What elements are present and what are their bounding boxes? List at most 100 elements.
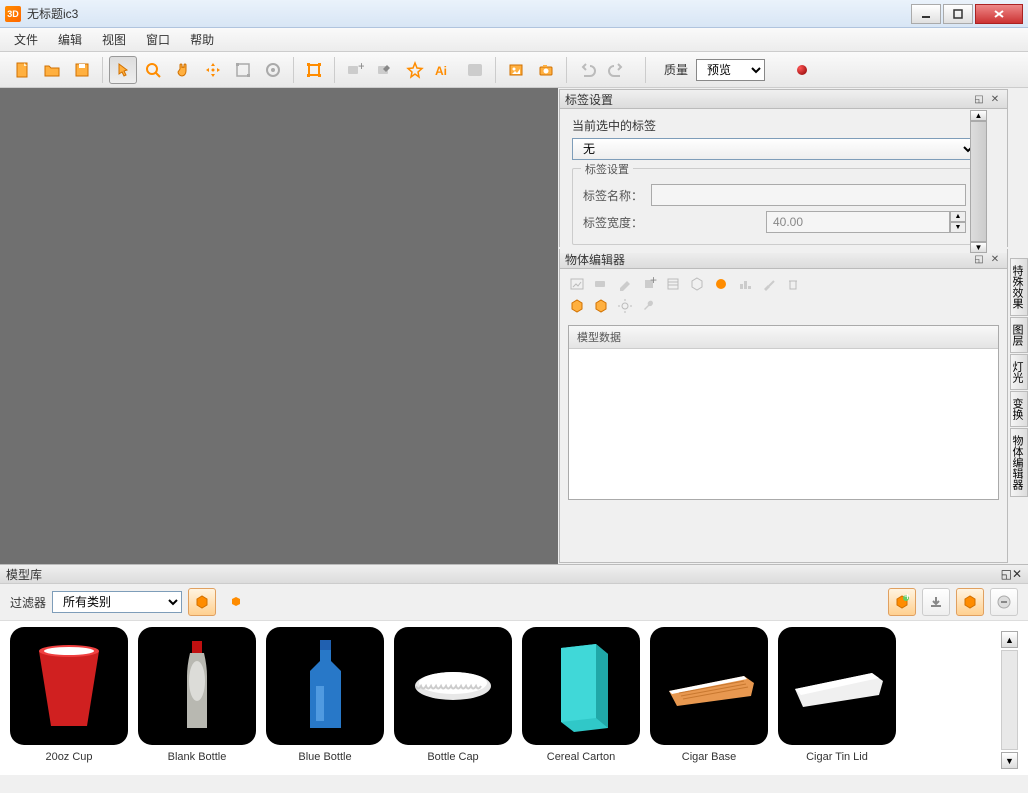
scroll-up-button[interactable]: ▲ (970, 110, 987, 121)
filter-select[interactable]: 所有类别 (52, 591, 182, 613)
label-width-input[interactable] (766, 211, 950, 233)
obj-brush-icon[interactable] (760, 275, 778, 293)
model-item-blue-bottle[interactable]: Blue Bottle (266, 627, 384, 763)
rotate-tool[interactable] (259, 56, 287, 84)
close-button[interactable] (975, 4, 1023, 24)
tab-layers[interactable]: 图层 (1010, 317, 1028, 353)
model-library-panel: 模型库 ◱ ✕ 过滤器 所有类别 + 20oz Cup Blank Bottle… (0, 564, 1028, 775)
snapshot-button[interactable] (532, 56, 560, 84)
model-item-blank-bottle[interactable]: Blank Bottle (138, 627, 256, 763)
obj-list-icon[interactable] (664, 275, 682, 293)
maximize-button[interactable] (943, 4, 973, 24)
tab-effects[interactable]: 特殊效果 (1010, 258, 1028, 316)
width-spin-down[interactable]: ▼ (950, 222, 966, 233)
scroll-down-button[interactable]: ▼ (970, 242, 987, 253)
redo-button[interactable] (603, 56, 631, 84)
zoom-tool[interactable] (139, 56, 167, 84)
label-settings-panel: 标签设置 ◱ ✕ 当前选中的标签 无 标签设置 标签名称： 标签宽度： (559, 89, 1008, 247)
obj-sphere-icon[interactable] (712, 275, 730, 293)
separator (293, 57, 294, 83)
lib-create-button[interactable]: + (888, 588, 916, 616)
menu-help[interactable]: 帮助 (182, 28, 222, 51)
obj-add-icon[interactable]: + (640, 275, 658, 293)
move-tool[interactable] (199, 56, 227, 84)
lib-refresh-button[interactable] (956, 588, 984, 616)
obj-toolbar-2 (560, 295, 1007, 321)
open-button[interactable] (38, 56, 66, 84)
pan-tool[interactable] (169, 56, 197, 84)
obj-image-icon[interactable] (568, 275, 586, 293)
obj-box2-icon[interactable] (592, 297, 610, 315)
menu-window[interactable]: 窗口 (138, 28, 178, 51)
tab-transform[interactable]: 变换 (1010, 391, 1028, 427)
viewport-3d[interactable] (0, 88, 558, 564)
minimize-button[interactable] (911, 4, 941, 24)
app-icon: 3D (5, 6, 21, 22)
svg-text:+: + (358, 61, 364, 73)
label-name-input[interactable] (651, 184, 966, 206)
model-item-cup[interactable]: 20oz Cup (10, 627, 128, 763)
model-thumbnails: 20oz Cup Blank Bottle Blue Bottle Bottle… (0, 620, 1028, 775)
quality-select[interactable]: 预览 (696, 59, 765, 81)
model-label: Blank Bottle (168, 751, 227, 763)
ai-button[interactable]: Ai (431, 56, 459, 84)
scroll-down-button[interactable]: ▼ (1001, 752, 1018, 769)
model-item-bottle-cap[interactable]: Bottle Cap (394, 627, 512, 763)
tab-object-editor[interactable]: 物体编辑器 (1010, 428, 1028, 497)
minimize-icon (921, 9, 931, 19)
render-button[interactable] (502, 56, 530, 84)
undo-button[interactable] (573, 56, 601, 84)
obj-cube-icon[interactable] (688, 275, 706, 293)
cube-icon (194, 594, 210, 610)
obj-edit-icon[interactable] (616, 275, 634, 293)
window-controls (911, 4, 1023, 24)
model-item-cigar-tin-lid[interactable]: Cigar Tin Lid (778, 627, 896, 763)
tab-lights[interactable]: 灯光 (1010, 354, 1028, 390)
label-panel-scrollbar[interactable]: ▲ ▼ (970, 110, 987, 244)
group-title: 标签设置 (581, 161, 633, 177)
menu-file[interactable]: 文件 (6, 28, 46, 51)
save-button[interactable] (68, 56, 96, 84)
ps-button[interactable] (461, 56, 489, 84)
lib-small-cube-button[interactable] (222, 588, 250, 616)
current-label-select[interactable]: 无 (572, 138, 977, 160)
new-button[interactable] (8, 56, 36, 84)
undock-button[interactable]: ◱ (972, 92, 986, 106)
label-panel-title: 标签设置 (565, 91, 970, 108)
edit-label-button[interactable] (371, 56, 399, 84)
close-panel-button[interactable]: ✕ (988, 92, 1002, 106)
favorite-button[interactable] (401, 56, 429, 84)
cube-plus-icon: + (894, 594, 910, 610)
menu-view[interactable]: 视图 (94, 28, 134, 51)
save-icon (73, 61, 91, 79)
folder-open-icon (43, 61, 61, 79)
model-item-cereal-carton[interactable]: Cereal Carton (522, 627, 640, 763)
obj-light-icon[interactable] (616, 297, 634, 315)
obj-delete-icon[interactable] (784, 275, 802, 293)
scale-icon (234, 61, 252, 79)
pointer-tool[interactable] (109, 56, 137, 84)
obj-box1-icon[interactable] (568, 297, 586, 315)
undock-button[interactable]: ◱ (972, 252, 986, 266)
lib-delete-button[interactable] (990, 588, 1018, 616)
obj-chart-icon[interactable] (736, 275, 754, 293)
model-item-cigar-base[interactable]: Cigar Base (650, 627, 768, 763)
import-icon (928, 594, 944, 610)
lib-add-button[interactable] (188, 588, 216, 616)
bounding-box-tool[interactable] (300, 56, 328, 84)
scroll-track[interactable] (1001, 650, 1018, 750)
lib-import-button[interactable] (922, 588, 950, 616)
scroll-up-button[interactable]: ▲ (1001, 631, 1018, 648)
obj-wrench-icon[interactable] (640, 297, 658, 315)
obj-label-icon[interactable] (592, 275, 610, 293)
close-panel-button[interactable]: ✕ (988, 252, 1002, 266)
undock-button[interactable]: ◱ (1001, 567, 1012, 581)
width-spin-up[interactable]: ▲ (950, 211, 966, 222)
scroll-thumb[interactable] (970, 121, 987, 242)
menu-edit[interactable]: 编辑 (50, 28, 90, 51)
close-panel-button[interactable]: ✕ (1012, 567, 1022, 581)
add-label-button[interactable]: + (341, 56, 369, 84)
scale-tool[interactable] (229, 56, 257, 84)
model-data-list[interactable]: 模型数据 (568, 325, 999, 500)
thumbnail-scrollbar[interactable]: ▲ ▼ (1001, 627, 1018, 769)
